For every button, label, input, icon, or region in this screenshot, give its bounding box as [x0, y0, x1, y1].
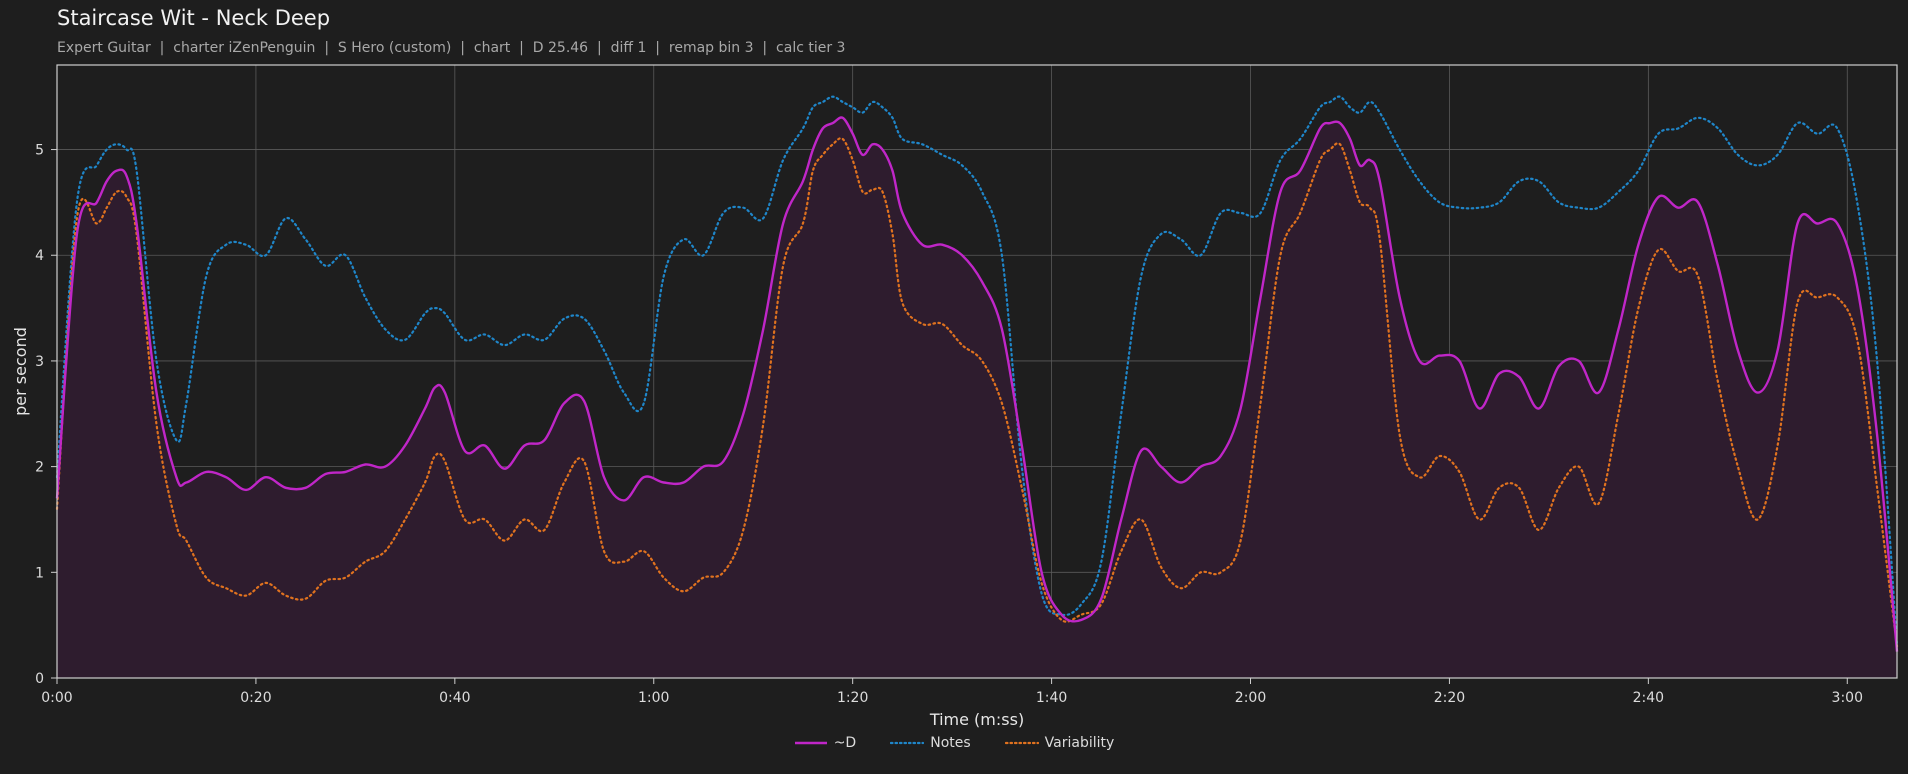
- x-tick-label: 1:00: [638, 690, 669, 706]
- legend-item-d[interactable]: ~D: [794, 735, 857, 751]
- x-tick-label: 2:40: [1633, 690, 1664, 706]
- x-tick-label: 3:00: [1832, 690, 1863, 706]
- y-tick-label: 4: [35, 248, 44, 264]
- legend-swatch-notes: [890, 741, 925, 745]
- legend-label-variability: Variability: [1044, 735, 1115, 751]
- y-tick-label: 1: [35, 565, 44, 581]
- x-tick-label: 0:20: [240, 690, 271, 706]
- x-tick-label: 2:00: [1235, 690, 1266, 706]
- legend-item-variability[interactable]: Variability: [1004, 735, 1115, 751]
- legend-label-notes: Notes: [930, 735, 971, 751]
- legend-swatch-d: [794, 741, 827, 745]
- chart-svg: 0:00 0:20 0:40 1:00 1:20 1:40 2:00 2:20 2:40 3:00…: [11, 64, 1899, 729]
- y-axis-label: per second: [11, 327, 30, 416]
- legend-swatch-variability: [1004, 741, 1039, 745]
- y-tick-label: 2: [35, 460, 44, 476]
- y-tick-label: 0: [35, 671, 44, 687]
- legend: ~D Notes Variability: [0, 735, 1908, 751]
- x-tick-label: 0:40: [439, 690, 470, 706]
- legend-label-d: ~D: [833, 735, 857, 751]
- x-tick-label: 0:00: [41, 690, 72, 706]
- x-tick-label: 2:20: [1434, 690, 1465, 706]
- legend-item-notes[interactable]: Notes: [890, 735, 971, 751]
- x-axis-label: Time (m:ss): [929, 710, 1024, 729]
- y-tick-label: 3: [35, 354, 44, 370]
- y-tick-label: 5: [35, 143, 44, 159]
- x-tick-label: 1:20: [837, 690, 868, 706]
- x-tick-label: 1:40: [1036, 690, 1067, 706]
